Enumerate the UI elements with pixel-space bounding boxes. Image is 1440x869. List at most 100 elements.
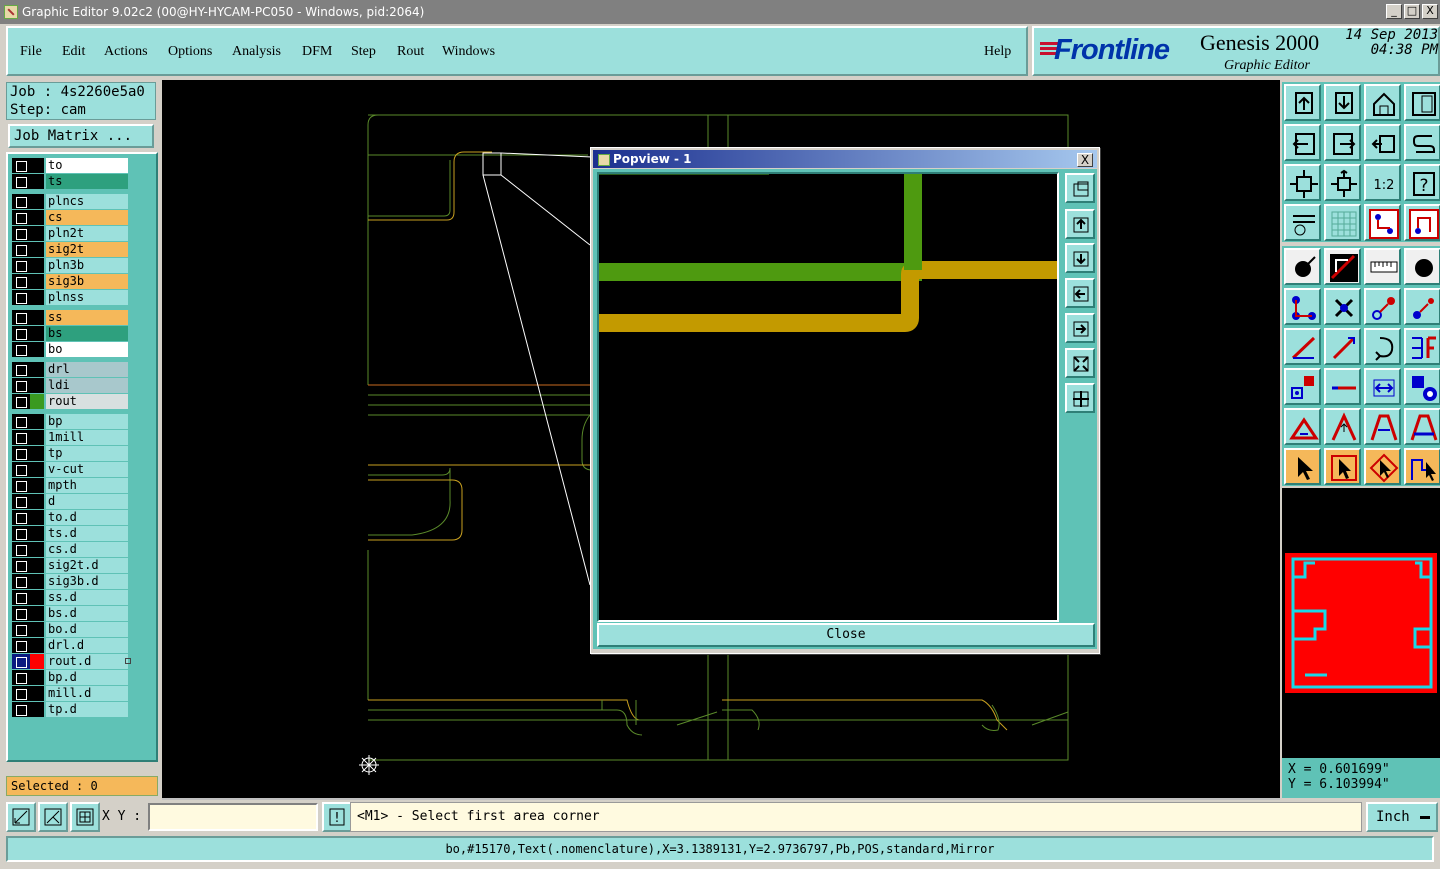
pointer-3-button[interactable] — [1364, 448, 1401, 485]
layer-name[interactable]: plncs — [46, 194, 128, 209]
layer-color-swatch[interactable] — [30, 310, 44, 325]
layer-row[interactable]: mpth — [12, 478, 132, 493]
triangle-red-button[interactable] — [1284, 408, 1321, 445]
layer-name[interactable]: drl.d — [46, 638, 128, 653]
layer-row[interactable]: rout — [12, 394, 132, 409]
layer-name[interactable]: to — [46, 158, 128, 173]
layer-name[interactable]: to.d — [46, 510, 128, 525]
layer-checkbox[interactable] — [12, 446, 30, 461]
layer-name[interactable]: bp.d — [46, 670, 128, 685]
zoom-window-button[interactable] — [1404, 84, 1440, 121]
layer-color-swatch[interactable] — [30, 362, 44, 377]
layer-checkbox[interactable] — [12, 414, 30, 429]
layer-row[interactable]: tp.d — [12, 702, 132, 717]
menu-step[interactable]: Step — [351, 44, 376, 60]
measure-mode-button[interactable] — [38, 802, 68, 832]
layer-checkbox[interactable] — [12, 654, 30, 669]
minimize-button[interactable]: _ — [1386, 4, 1402, 19]
add-pad-button[interactable] — [1284, 248, 1321, 285]
layer-color-swatch[interactable] — [30, 210, 44, 225]
menu-dfm[interactable]: DFM — [302, 44, 332, 60]
menu-analysis[interactable]: Analysis — [232, 44, 281, 60]
layer-checkbox[interactable] — [12, 174, 30, 189]
pointer-button[interactable] — [1284, 448, 1321, 485]
move-button[interactable] — [1364, 288, 1401, 325]
layer-row[interactable]: drl.d — [12, 638, 132, 653]
layer-row[interactable]: cs — [12, 210, 132, 225]
layer-row[interactable]: bp.d — [12, 670, 132, 685]
layer-checkbox[interactable] — [12, 590, 30, 605]
layer-name[interactable]: ss.d — [46, 590, 128, 605]
layer-row[interactable]: ldi — [12, 378, 132, 393]
layer-row[interactable]: plncs — [12, 194, 132, 209]
layer-name[interactable]: rout.d — [46, 654, 128, 669]
layer-color-swatch[interactable] — [30, 174, 44, 189]
layer-name[interactable]: tp — [46, 446, 128, 461]
layer-name[interactable]: plnss — [46, 290, 128, 305]
layer-checkbox[interactable] — [12, 494, 30, 509]
layer-checkbox[interactable] — [12, 210, 30, 225]
layer-checkbox[interactable] — [12, 526, 30, 541]
layer-checkbox[interactable] — [12, 158, 30, 173]
layer-color-swatch[interactable] — [30, 494, 44, 509]
dot-fill-button[interactable] — [1404, 248, 1440, 285]
layer-name[interactable]: sig3b.d — [46, 574, 128, 589]
delete-x-button[interactable] — [1324, 288, 1361, 325]
layer-row[interactable]: sig2t.d — [12, 558, 132, 573]
layer-checkbox[interactable] — [12, 478, 30, 493]
layer-checkbox[interactable] — [12, 670, 30, 685]
popview-view[interactable] — [597, 172, 1059, 622]
layer-color-swatch[interactable] — [30, 526, 44, 541]
layer-checkbox[interactable] — [12, 622, 30, 637]
job-matrix-button[interactable]: Job Matrix ... — [8, 124, 154, 148]
layer-checkbox[interactable] — [12, 226, 30, 241]
layer-color-swatch[interactable] — [30, 510, 44, 525]
shapes-button[interactable] — [1404, 368, 1440, 405]
menu-file[interactable]: File — [20, 44, 42, 60]
layer-row[interactable]: ts.d — [12, 526, 132, 541]
layer-row[interactable]: ss.d — [12, 590, 132, 605]
layer-row[interactable]: d — [12, 494, 132, 509]
layer-checkbox[interactable] — [12, 394, 30, 409]
layer-name[interactable]: 1mill — [46, 430, 128, 445]
tools-button[interactable] — [1284, 204, 1321, 241]
layer-checkbox[interactable] — [12, 574, 30, 589]
layer-checkbox[interactable] — [12, 310, 30, 325]
layer-name[interactable]: bs.d — [46, 606, 128, 621]
line-minus-button[interactable] — [1324, 368, 1361, 405]
layer-row[interactable]: v-cut — [12, 462, 132, 477]
popview-zoom-home-button[interactable] — [1065, 173, 1095, 203]
layer-color-swatch[interactable] — [30, 542, 44, 557]
text-frame-button[interactable] — [1404, 328, 1440, 365]
layer-name[interactable]: sig2t.d — [46, 558, 128, 573]
line-blue-button[interactable] — [1324, 328, 1361, 365]
layer-color-swatch[interactable] — [30, 462, 44, 477]
layer-checkbox[interactable] — [12, 462, 30, 477]
layer-checkbox[interactable] — [12, 326, 30, 341]
zoom-home-button[interactable] — [1284, 84, 1321, 121]
line-red-button[interactable] — [1284, 328, 1321, 365]
menu-edit[interactable]: Edit — [62, 44, 85, 60]
s-curve-button[interactable] — [1404, 124, 1440, 161]
layer-row[interactable]: sig3b — [12, 274, 132, 289]
layer-color-swatch[interactable] — [30, 558, 44, 573]
undo-view-button[interactable] — [1364, 124, 1401, 161]
layer-name[interactable]: mill.d — [46, 686, 128, 701]
layer-name[interactable]: ts — [46, 174, 128, 189]
layer-name[interactable]: v-cut — [46, 462, 128, 477]
zoom-house-button[interactable] — [1364, 84, 1401, 121]
layer-name[interactable]: ss — [46, 310, 128, 325]
layer-color-swatch[interactable] — [30, 242, 44, 257]
layer-color-swatch[interactable] — [30, 342, 44, 357]
layer-name[interactable]: ts.d — [46, 526, 128, 541]
maximize-button[interactable]: □ — [1404, 4, 1420, 19]
triangle-up-button[interactable] — [1324, 408, 1361, 445]
net-select-button[interactable] — [1404, 204, 1440, 241]
units-dropdown[interactable]: Inch — [1366, 802, 1438, 832]
pan-left-button[interactable] — [1284, 124, 1321, 161]
menu-rout[interactable]: Rout — [397, 44, 424, 60]
layer-checkbox[interactable] — [12, 558, 30, 573]
layer-name[interactable]: bs — [46, 326, 128, 341]
popview-zoom-out-button[interactable] — [1065, 348, 1095, 378]
popview-zoom-in-button[interactable] — [1065, 383, 1095, 413]
